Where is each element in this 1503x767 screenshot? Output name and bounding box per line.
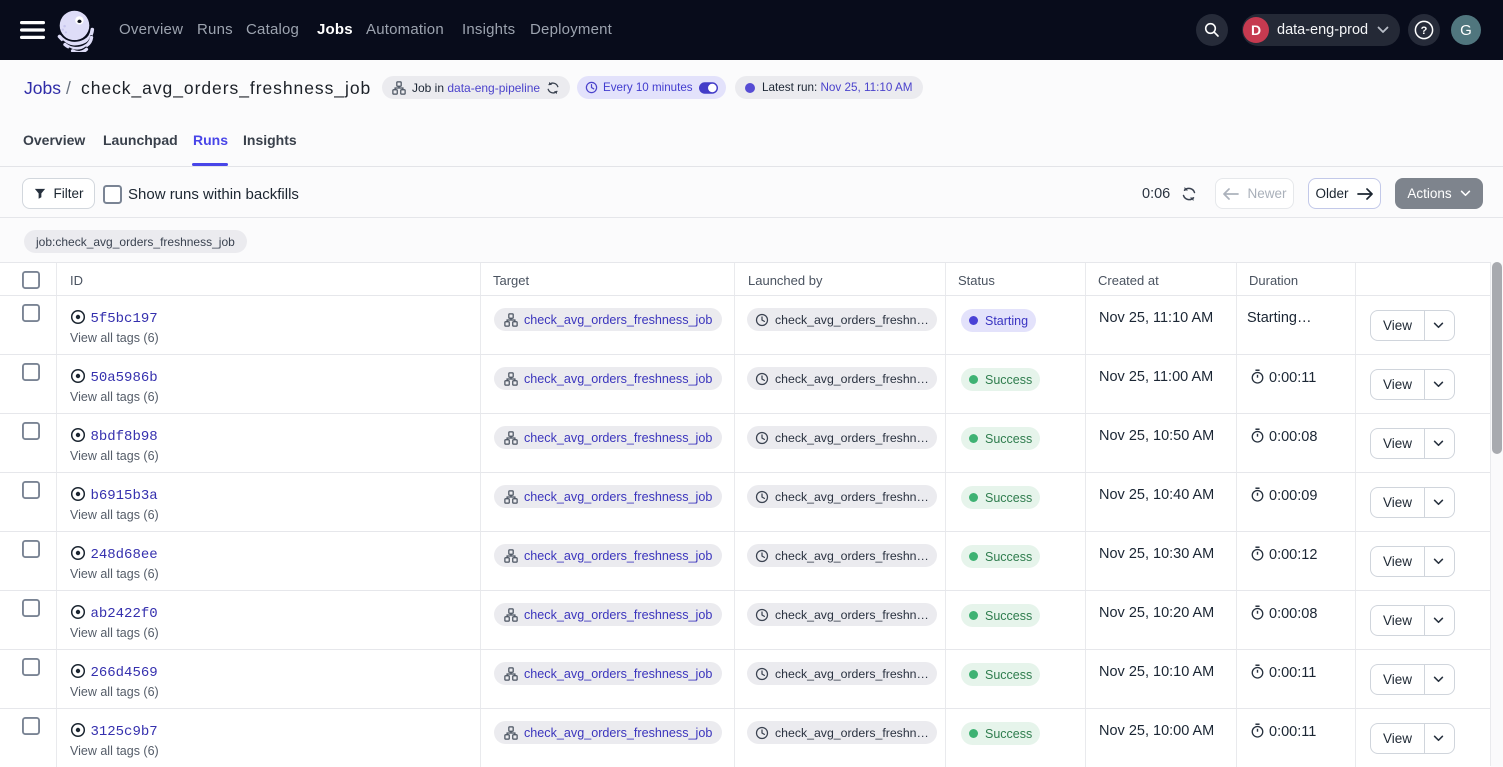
- svg-text:?: ?: [1421, 25, 1428, 37]
